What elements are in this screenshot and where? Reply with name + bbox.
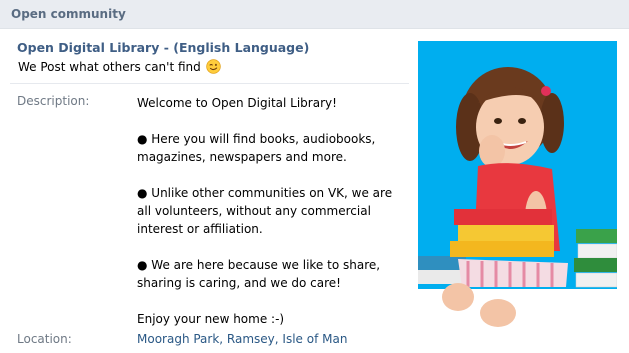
community-header-bar: Open community [0, 0, 629, 29]
winking-face-icon [206, 59, 221, 74]
description-label: Description: [17, 94, 90, 108]
description-text: Welcome to Open Digital Library! ● Here … [137, 94, 407, 328]
group-status-text: We Post what others can't find [18, 59, 201, 74]
description-paragraph: Welcome to Open Digital Library! [137, 96, 337, 110]
community-cover-image[interactable] [418, 41, 617, 339]
cover-illustration [418, 41, 617, 339]
group-status: We Post what others can't find [18, 59, 409, 74]
divider [10, 83, 409, 84]
description-paragraph: ● We are here because we like to share, … [137, 258, 381, 290]
description-paragraph: ● Unlike other communities on VK, we are… [137, 186, 393, 236]
group-name: Open Digital Library - (English Language… [17, 40, 310, 55]
group-info: Open Digital Library - (English Language… [17, 40, 409, 74]
location-label: Location: [17, 332, 72, 346]
community-type-title: Open community [11, 7, 126, 21]
description-paragraph: ● Here you will find books, audiobooks, … [137, 132, 376, 164]
description-paragraph: Enjoy your new home :-) [137, 312, 285, 326]
location-link[interactable]: Mooragh Park, Ramsey, Isle of Man [137, 332, 347, 346]
